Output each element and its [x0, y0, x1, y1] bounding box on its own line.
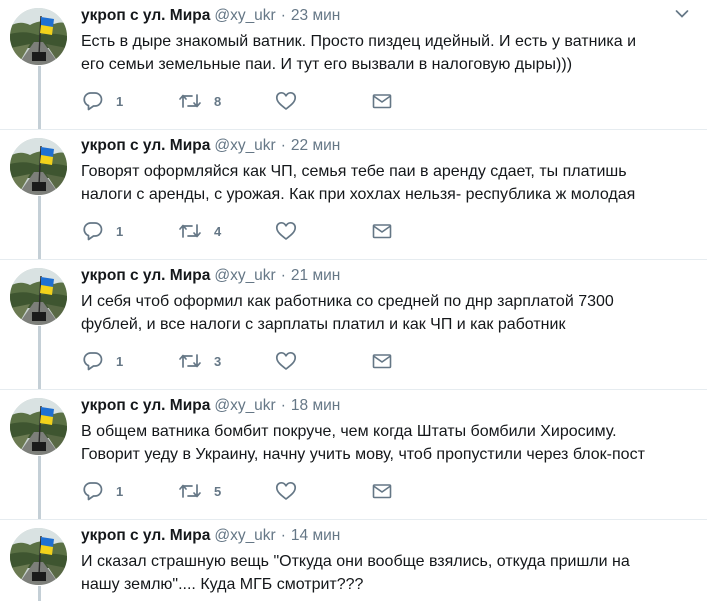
retweet-icon: [179, 354, 201, 368]
tweet[interactable]: укроп с ул. Мира @xy_ukr · 23 мин Есть в ды…: [0, 0, 707, 130]
retweet-icon: [179, 224, 201, 238]
author-name[interactable]: укроп с ул. Мира: [81, 267, 210, 284]
reply-icon: [83, 222, 103, 241]
tweet-text-line: В общем ватника бомбит покруче, чем когд…: [81, 423, 617, 440]
reply-button[interactable]: 1: [82, 350, 123, 372]
retweet-icon: [179, 94, 201, 108]
separator-dot: ·: [280, 7, 286, 24]
message-icon: [372, 94, 392, 109]
author-name[interactable]: укроп с ул. Мира: [81, 527, 210, 544]
author-name[interactable]: укроп с ул. Мира: [81, 397, 210, 414]
timestamp[interactable]: 22 мин: [291, 137, 340, 154]
tweet-text: В общем ватника бомбит покруче, чем когд…: [81, 420, 681, 466]
tweet-text-line: его семьи земельные паи. И тут его вызва…: [81, 56, 573, 73]
author-name[interactable]: укроп с ул. Мира: [81, 137, 210, 154]
reply-button[interactable]: 1: [82, 90, 123, 112]
tweet-text-line: Говорят оформляйся как ЧП, семья тебе па…: [81, 163, 627, 180]
author-handle[interactable]: @xy_ukr: [214, 137, 275, 154]
like-button[interactable]: [275, 220, 297, 242]
tweet[interactable]: укроп с ул. Мира @xy_ukr · 14 мин И сказал …: [0, 520, 707, 601]
like-button[interactable]: [275, 90, 297, 112]
message-button[interactable]: [372, 350, 392, 372]
avatar[interactable]: [10, 398, 67, 455]
message-button[interactable]: [372, 220, 392, 242]
timestamp[interactable]: 21 мин: [291, 267, 340, 284]
separator-dot: ·: [280, 397, 286, 414]
tweet-text-line: Есть в дыре знакомый ватник. Просто пизд…: [81, 33, 637, 50]
tweet[interactable]: укроп с ул. Мира @xy_ukr · 22 мин Говорят о…: [0, 130, 707, 260]
separator-dot: ·: [280, 527, 286, 544]
retweet-icon: [179, 484, 201, 498]
like-button[interactable]: [275, 480, 297, 502]
like-button[interactable]: [275, 350, 297, 372]
avatar[interactable]: [10, 268, 67, 325]
message-button[interactable]: [372, 480, 392, 502]
avatar[interactable]: [10, 8, 67, 65]
retweet-button[interactable]: 3: [178, 350, 221, 372]
retweet-button[interactable]: 5: [178, 480, 221, 502]
retweet-button[interactable]: 4: [178, 220, 221, 242]
separator-dot: ·: [280, 267, 286, 284]
tweet-text-line: И себя чтоб оформил как работника со сре…: [81, 293, 614, 310]
chevron-down-icon[interactable]: [675, 9, 689, 19]
tweet-actions: 1 5: [82, 480, 412, 502]
reply-count: 1: [116, 223, 124, 239]
message-icon: [372, 354, 392, 369]
avatar[interactable]: [10, 138, 67, 195]
tweet-text: И сказал страшную вещь "Откуда они вообщ…: [81, 550, 681, 596]
like-icon: [275, 91, 297, 110]
tweet-text: Говорят оформляйся как ЧП, семья тебе па…: [81, 160, 681, 206]
author-handle[interactable]: @xy_ukr: [214, 267, 275, 284]
tweet-text-line: И сказал страшную вещь "Откуда они вообщ…: [81, 553, 630, 570]
tweet-header: укроп с ул. Мира @xy_ukr · 18 мин: [81, 397, 340, 415]
reply-button[interactable]: 1: [82, 480, 123, 502]
message-button[interactable]: [372, 90, 392, 112]
reply-count: 1: [116, 353, 124, 369]
tweet-text-line: налоги с аренды, с урожая. Как при хохла…: [81, 186, 636, 203]
author-handle[interactable]: @xy_ukr: [214, 527, 275, 544]
tweet-header: укроп с ул. Мира @xy_ukr · 14 мин: [81, 527, 340, 545]
author-handle[interactable]: @xy_ukr: [214, 397, 275, 414]
message-icon: [372, 484, 392, 499]
tweet-actions: 1 3: [82, 350, 412, 372]
reply-icon: [83, 352, 103, 371]
reply-icon: [83, 482, 103, 501]
retweet-button[interactable]: 8: [178, 90, 221, 112]
tweet-actions: 1 4: [82, 220, 412, 242]
tweet[interactable]: укроп с ул. Мира @xy_ukr · 18 мин В общем в…: [0, 390, 707, 520]
tweet-header: укроп с ул. Мира @xy_ukr · 22 мин: [81, 137, 340, 155]
reply-icon: [83, 92, 103, 111]
author-name[interactable]: укроп с ул. Мира: [81, 7, 210, 24]
message-icon: [372, 224, 392, 239]
like-icon: [275, 221, 297, 240]
timestamp[interactable]: 23 мин: [291, 7, 340, 24]
retweet-count: 5: [214, 483, 222, 499]
avatar[interactable]: [10, 528, 67, 585]
reply-button[interactable]: 1: [82, 220, 123, 242]
tweet-text-line: нашу землю".... Куда МГБ смотрит???: [81, 576, 364, 593]
tweet-text: И себя чтоб оформил как работника со сре…: [81, 290, 681, 336]
tweet-header: укроп с ул. Мира @xy_ukr · 23 мин: [81, 7, 340, 25]
like-icon: [275, 481, 297, 500]
tweet-header: укроп с ул. Мира @xy_ukr · 21 мин: [81, 267, 340, 285]
reply-count: 1: [116, 93, 124, 109]
tweet-text-line: Говорит уеду в Украину, начну учить мову…: [81, 446, 645, 463]
reply-count: 1: [116, 483, 124, 499]
author-handle[interactable]: @xy_ukr: [214, 7, 275, 24]
retweet-count: 8: [214, 93, 222, 109]
separator-dot: ·: [280, 137, 286, 154]
tweet-text-line: фублей, и все налоги с зарплаты платил и…: [81, 316, 566, 333]
like-icon: [275, 351, 297, 370]
tweet-text: Есть в дыре знакомый ватник. Просто пизд…: [81, 30, 681, 76]
tweet-actions: 1 8: [82, 90, 412, 112]
timestamp[interactable]: 18 мин: [291, 397, 340, 414]
retweet-count: 3: [214, 353, 222, 369]
retweet-count: 4: [214, 223, 222, 239]
tweet[interactable]: укроп с ул. Мира @xy_ukr · 21 мин И себя чт…: [0, 260, 707, 390]
timestamp[interactable]: 14 мин: [291, 527, 340, 544]
